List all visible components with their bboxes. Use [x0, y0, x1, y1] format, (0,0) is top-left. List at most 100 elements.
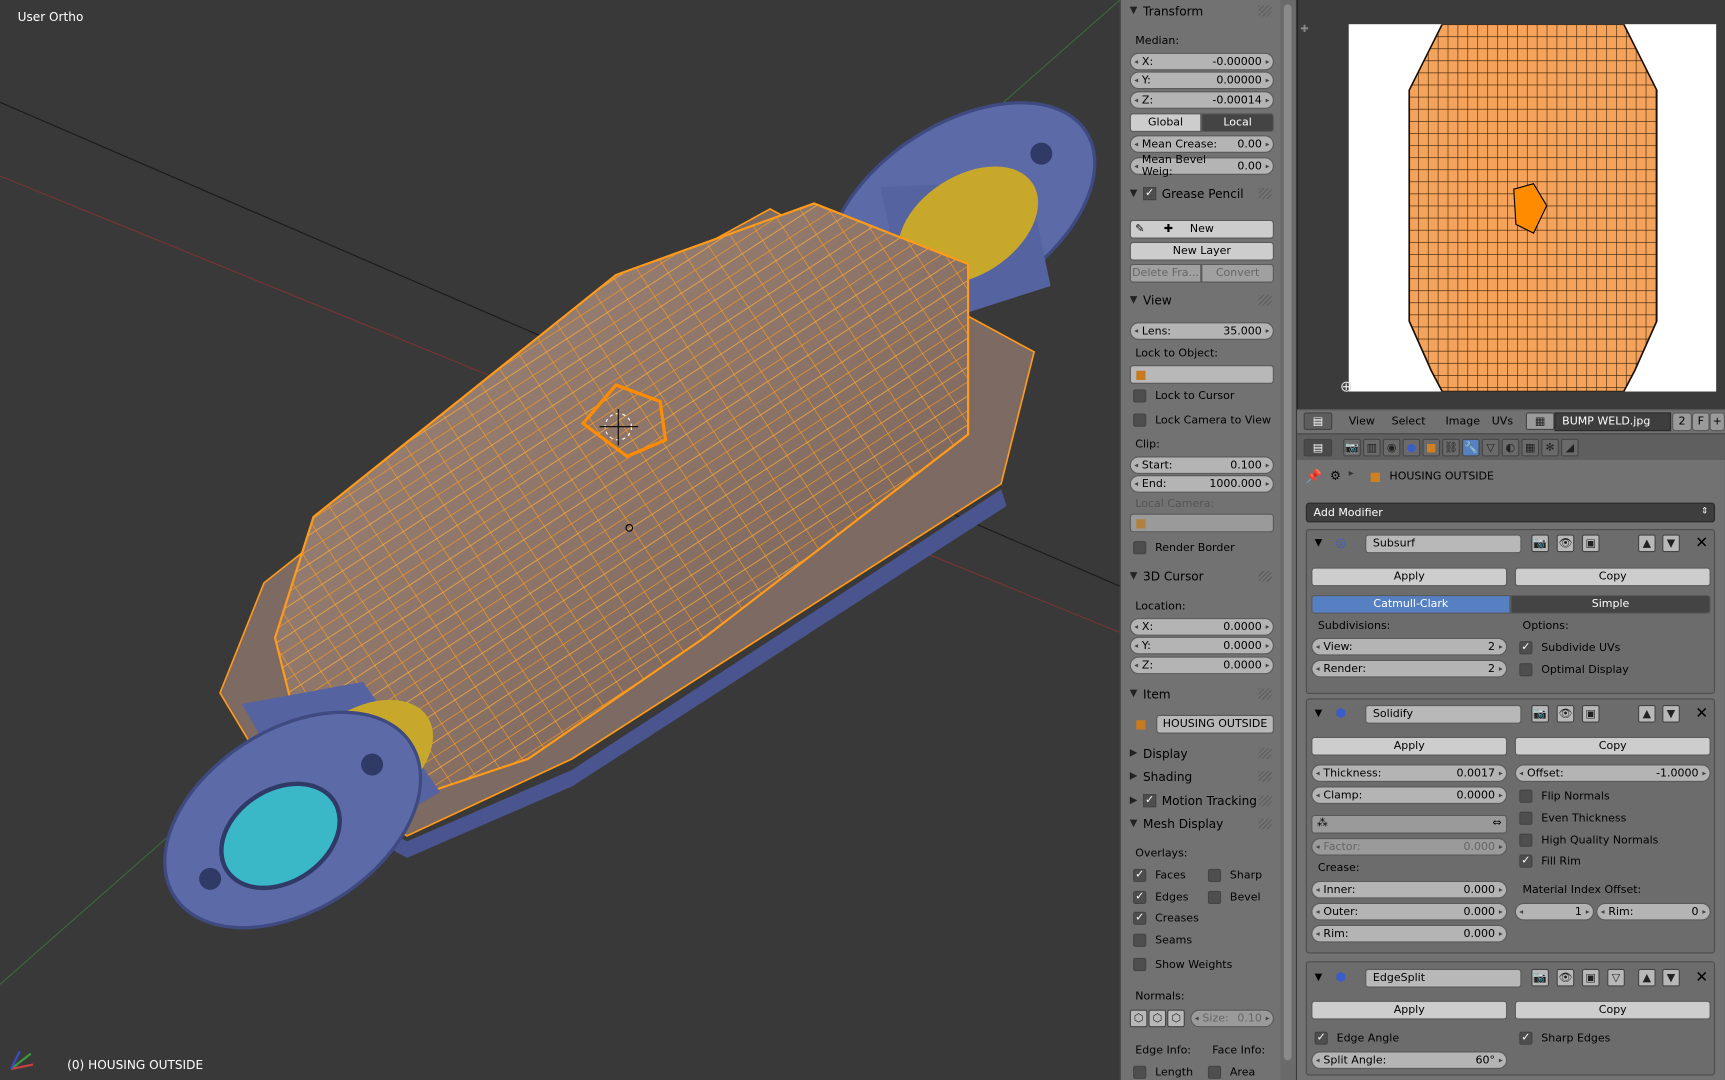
split-normal-icon[interactable]: ⬡ — [1148, 1009, 1167, 1028]
factor-field[interactable]: Factor:0.000 — [1311, 838, 1508, 856]
mean-crease-field[interactable]: Mean Crease:0.00 — [1129, 135, 1274, 153]
image-users-button[interactable]: 2 — [1672, 412, 1692, 432]
editmode-toggle-icon[interactable]: ▣ — [1581, 968, 1600, 987]
move-down-icon[interactable]: ▼ — [1662, 534, 1680, 553]
edgesplit-name-field[interactable]: EdgeSplit — [1365, 968, 1522, 988]
physics-tab-icon[interactable]: ◢ — [1561, 438, 1579, 457]
n-panel-scrollbar[interactable] — [1280, 0, 1296, 1080]
area-checkbox[interactable]: Area — [1207, 1065, 1255, 1080]
material-rim-field[interactable]: Rim:0 — [1596, 902, 1711, 921]
move-down-icon[interactable]: ▼ — [1662, 704, 1680, 723]
even-thickness-checkbox[interactable]: Even Thickness — [1519, 811, 1626, 826]
vertex-normal-icon[interactable]: ⬡ — [1129, 1009, 1148, 1028]
crease-inner-field[interactable]: Inner:0.000 — [1311, 880, 1508, 899]
clip-end-field[interactable]: End:1000.000 — [1129, 475, 1274, 493]
new-image-button[interactable]: + — [1709, 412, 1725, 432]
edges-checkbox[interactable]: Edges — [1133, 890, 1189, 905]
lens-field[interactable]: Lens:35.000 — [1129, 322, 1274, 340]
close-icon[interactable]: ✕ — [1695, 705, 1708, 723]
render-toggle-icon[interactable]: 📷 — [1531, 968, 1549, 987]
clamp-field[interactable]: Clamp:0.0000 — [1311, 786, 1508, 804]
fake-user-button[interactable]: F — [1691, 412, 1710, 432]
optimal-display-checkbox[interactable]: Optimal Display — [1519, 662, 1629, 677]
move-up-icon[interactable]: ▲ — [1638, 704, 1656, 723]
panel-display[interactable]: ▶ Display — [1130, 745, 1272, 763]
seams-checkbox[interactable]: Seams — [1133, 933, 1192, 948]
move-up-icon[interactable]: ▲ — [1638, 968, 1656, 987]
world-tab-icon[interactable]: ● — [1402, 438, 1421, 457]
subsurf-copy-button[interactable]: Copy — [1514, 567, 1711, 587]
object-tab-icon[interactable]: ■ — [1422, 438, 1441, 457]
panel-view[interactable]: ▼ View — [1130, 291, 1272, 309]
catmull-clark-button[interactable]: Catmull-Clark — [1311, 594, 1511, 614]
properties-header[interactable]: ▤ 📷 ▥ ◉ ● ■ ⛓ 🔧 ▽ ◐ ▦ ✻ ◢ — [1297, 433, 1725, 460]
face-normal-icon[interactable]: ⬡ — [1167, 1009, 1185, 1028]
add-modifier-dropdown[interactable]: Add Modifier ⇕ — [1305, 502, 1716, 523]
uv-cursor-icon[interactable]: ⊕ — [1340, 378, 1353, 396]
solidify-name-field[interactable]: Solidify — [1365, 704, 1522, 724]
close-icon[interactable]: ✕ — [1695, 535, 1708, 553]
menu-view[interactable]: View — [1349, 416, 1375, 428]
vertex-group-field[interactable]: ⁂ ⇔ — [1311, 814, 1508, 834]
panel-3d-cursor[interactable]: ▼ 3D Cursor — [1130, 567, 1272, 585]
edge-angle-checkbox[interactable]: Edge Angle — [1314, 1031, 1399, 1046]
collapse-icon[interactable]: ▼ — [1315, 708, 1323, 719]
render-border-checkbox[interactable]: Render Border — [1133, 540, 1235, 555]
material-tab-icon[interactable]: ◐ — [1501, 438, 1520, 457]
catalytic-converter-model[interactable] — [0, 0, 1120, 1080]
constraints-tab-icon[interactable]: ⛓ — [1442, 438, 1460, 457]
edgesplit-apply-button[interactable]: Apply — [1311, 1000, 1508, 1020]
new-layer-button[interactable]: New Layer — [1129, 241, 1274, 261]
3d-viewport[interactable]: User Ortho (0) HOUSING OUTSIDE — [0, 0, 1120, 1080]
normal-size-field[interactable]: Size:0.10 — [1190, 1009, 1274, 1028]
global-button[interactable]: Global — [1129, 113, 1202, 132]
lock-cursor-checkbox[interactable]: Lock to Cursor — [1133, 388, 1234, 403]
panel-mesh-display[interactable]: ▼ Mesh Display — [1130, 815, 1272, 833]
viewport-toggle-icon[interactable]: 👁 — [1556, 968, 1575, 987]
texture-tab-icon[interactable]: ▦ — [1521, 438, 1540, 457]
editor-type-icon[interactable]: ▤ — [1303, 412, 1333, 431]
lock-camera-checkbox[interactable]: Lock Camera to View — [1133, 412, 1271, 427]
modifiers-tab-icon[interactable]: 🔧 — [1462, 438, 1480, 457]
subsurf-name-field[interactable]: Subsurf — [1365, 534, 1522, 554]
flip-normals-checkbox[interactable]: Flip Normals — [1519, 789, 1610, 804]
grease-new-button[interactable]: ✎ ✚ New — [1129, 219, 1274, 239]
collapse-icon[interactable]: ▼ — [1315, 972, 1323, 983]
solidify-copy-button[interactable]: Copy — [1514, 736, 1711, 756]
local-button[interactable]: Local — [1201, 113, 1274, 132]
panel-motion-tracking[interactable]: ▶ ✓ Motion Tracking — [1130, 792, 1272, 810]
menu-select[interactable]: Select — [1392, 416, 1426, 428]
cursor-z-field[interactable]: Z:0.0000 — [1129, 656, 1274, 675]
render-toggle-icon[interactable]: 📷 — [1531, 534, 1549, 553]
editmode-toggle-icon[interactable]: ▣ — [1581, 704, 1600, 723]
show-weights-checkbox[interactable]: Show Weights — [1133, 957, 1232, 972]
collapse-icon[interactable]: ▼ — [1315, 538, 1323, 549]
material-offset-field[interactable]: 1 — [1514, 902, 1595, 921]
viewport-toggle-icon[interactable]: 👁 — [1556, 704, 1575, 723]
viewport-toggle-icon[interactable]: 👁 — [1556, 534, 1575, 553]
mean-bevel-field[interactable]: Mean Bevel Weig:0.00 — [1129, 154, 1274, 178]
fill-rim-checkbox[interactable]: Fill Rim — [1519, 853, 1581, 868]
length-checkbox[interactable]: Length — [1133, 1065, 1193, 1080]
subsurf-view-field[interactable]: View:2 — [1311, 637, 1508, 656]
close-icon[interactable]: ✕ — [1695, 969, 1708, 987]
editor-type-icon[interactable]: ▤ — [1303, 438, 1333, 457]
image-browse-icon[interactable]: ▦ — [1525, 412, 1555, 431]
faces-checkbox[interactable]: Faces — [1133, 868, 1186, 883]
render-tab-icon[interactable]: 📷 — [1343, 438, 1361, 457]
properties-n-panel[interactable]: ▼Transform Median: X:-0.00000 Y:0.00000 … — [1119, 0, 1281, 1080]
cage-toggle-icon[interactable]: ▽ — [1607, 968, 1625, 987]
lock-object-field[interactable]: ■ — [1129, 365, 1274, 384]
image-name-field[interactable]: BUMP WELD.jpg — [1554, 412, 1672, 432]
sharp-checkbox[interactable]: Sharp — [1207, 868, 1262, 883]
solidify-apply-button[interactable]: Apply — [1311, 736, 1508, 756]
delete-frame-button[interactable]: Delete Fra... — [1129, 263, 1202, 283]
thickness-field[interactable]: Thickness:0.0017 — [1311, 764, 1508, 782]
item-name-field[interactable]: HOUSING OUTSIDE — [1156, 714, 1274, 734]
image-editor-header[interactable]: ▤ View Select Image UVs ▦ BUMP WELD.jpg … — [1297, 409, 1725, 434]
split-angle-field[interactable]: Split Angle:60° — [1311, 1051, 1508, 1070]
edgesplit-copy-button[interactable]: Copy — [1514, 1000, 1711, 1020]
crease-rim-field[interactable]: Rim:0.000 — [1311, 924, 1508, 943]
subdivide-uvs-checkbox[interactable]: Subdivide UVs — [1519, 640, 1620, 655]
menu-uvs[interactable]: UVs — [1492, 416, 1513, 428]
